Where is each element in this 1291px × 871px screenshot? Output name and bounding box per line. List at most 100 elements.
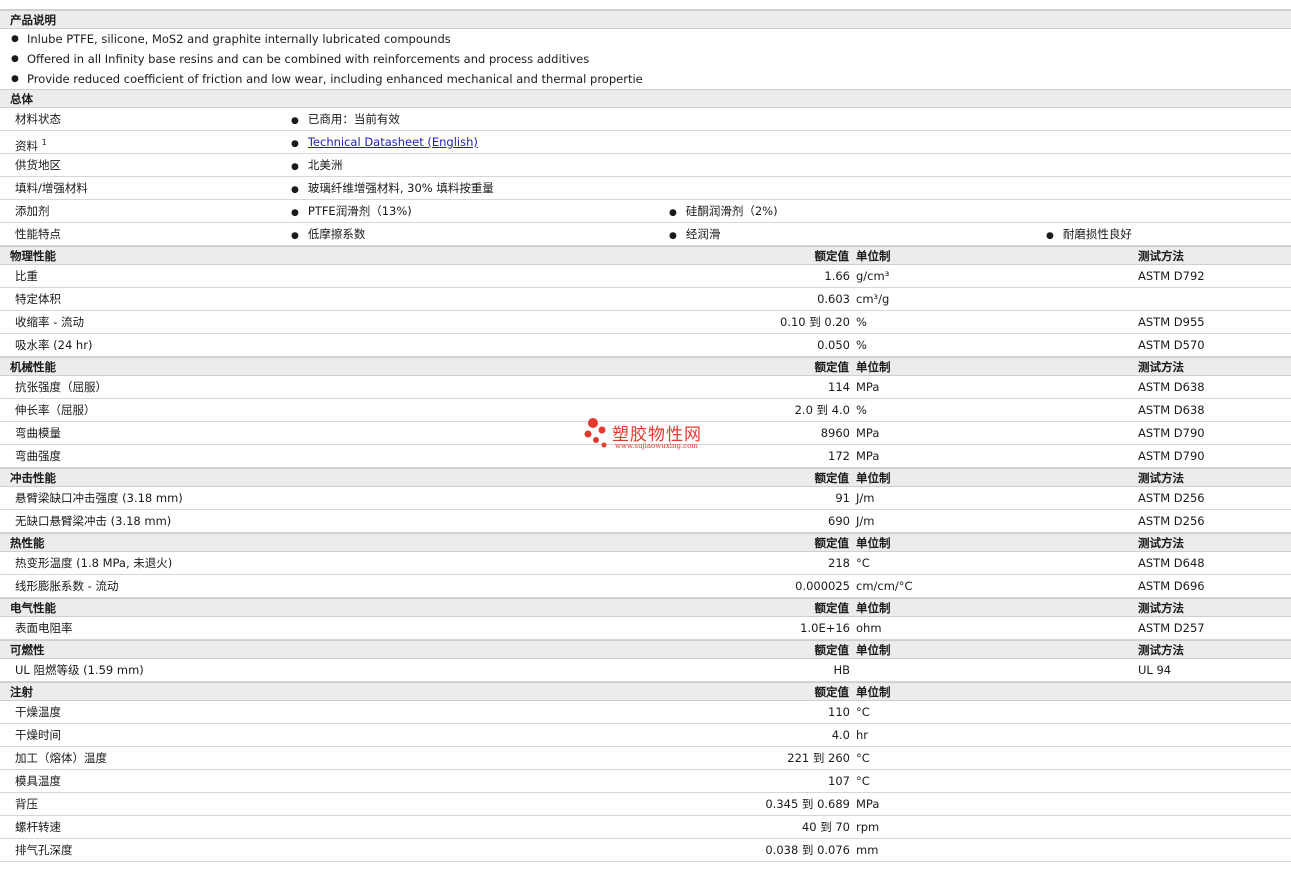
value-column-header: 额定值 [814,360,850,374]
general-value-text: 硅酮润滑剂（2%) [685,204,778,218]
property-unit: MPa [856,380,880,394]
property-row: 收缩率 - 流动 0.10 到 0.20% ASTM D955 [0,311,1291,334]
property-unit: % [856,315,867,329]
value-column-header: 额定值 [814,601,850,615]
section-title: 冲击性能 [10,471,56,485]
method-column-header: 测试方法 [1138,249,1184,263]
section-header-description: 产品说明 [0,10,1291,29]
general-value: ● 玻璃纤维增强材料, 30% 填料按重量 [291,177,494,202]
section-header-2: 冲击性能 额定值 单位制 测试方法 [0,468,1291,487]
property-row: 比重 1.66 g/cm³ ASTM D792 [0,265,1291,288]
bullet-icon: ● [291,231,299,241]
property-unit: cm/cm/°C [856,579,913,593]
bullet-icon: ● [11,34,19,44]
property-row: 表面电阻率 1.0E+16 ohm ASTM D257 [0,617,1291,640]
property-row: 干燥时间 4.0 hr [0,724,1291,747]
method-column-header: 测试方法 [1138,601,1184,615]
method-column-header: 测试方法 [1138,471,1184,485]
section-header-4: 电气性能 额定值 单位制 测试方法 [0,598,1291,617]
property-value: HB [833,663,850,677]
property-row: 模具温度 107 °C [0,770,1291,793]
test-method: ASTM D257 [1138,621,1205,635]
general-row-datasheet: 资料 1 ● Technical Datasheet (English) [0,131,1291,154]
section-title: 产品说明 [10,13,56,27]
property-unit: mm [856,843,879,857]
method-column-header: 测试方法 [1138,360,1184,374]
section-header-6: 注射 额定值 单位制 [0,682,1291,701]
unit-column-header: 单位制 [856,536,891,550]
general-value-text: 玻璃纤维增强材料, 30% 填料按重量 [307,181,494,195]
description-text: Provide reduced coefficient of friction … [27,72,643,86]
watermark-logo: 塑胶物性网 www.sujiaowuxing.com [582,417,722,453]
datasheet-link[interactable]: Technical Datasheet (English) [308,135,478,149]
method-column-header: 测试方法 [1138,643,1184,657]
property-label: 干燥时间 [15,728,61,742]
property-row: 加工（熔体）温度 221 到 260 °C [0,747,1291,770]
property-label: 特定体积 [15,292,61,306]
property-label: 弯曲模量 [15,426,61,440]
watermark-url: www.sujiaowuxing.com [615,442,698,450]
test-method: ASTM D955 [1138,315,1205,329]
property-unit: cm³/g [856,292,890,306]
test-method: ASTM D256 [1138,514,1205,528]
property-unit: g/cm³ [856,269,890,283]
section-title: 物理性能 [10,249,56,263]
property-value: 114 [828,380,850,394]
property-value: 0.345 到 0.689 [765,797,850,811]
test-method: ASTM D256 [1138,491,1205,505]
unit-column-header: 单位制 [856,601,891,615]
property-value: 0.038 到 0.076 [765,843,850,857]
row-label-text: 资料 [15,138,38,153]
property-unit: °C [856,556,870,570]
description-text: Offered in all Infinity base resins and … [27,52,590,66]
bullet-icon: ● [1046,231,1054,241]
footnote-marker: 1 [41,138,47,147]
property-value: 172 [828,449,850,463]
property-row: 热变形温度 (1.8 MPa, 未退火) 218 °C ASTM D648 [0,552,1291,575]
general-value: ● 硅酮润滑剂（2%) [669,200,778,225]
property-label: 比重 [15,269,38,283]
row-label: 添加剂 [15,204,50,218]
description-item: ● Provide reduced coefficient of frictio… [0,69,1291,89]
bullet-icon: ● [11,54,19,64]
test-method: ASTM D696 [1138,579,1205,593]
property-label: 螺杆转速 [15,820,61,834]
general-row-features: 性能特点 ● 低摩擦系数 ● 经润滑 ● 耐磨损性良好 [0,223,1291,246]
property-unit: °C [856,705,870,719]
bullet-icon: ● [11,74,19,84]
property-label: 伸长率（屈服） [15,403,96,417]
property-label: 无缺口悬臂梁冲击 (3.18 mm) [15,514,172,528]
general-value: ● Technical Datasheet (English) [291,131,478,156]
test-method: UL 94 [1138,663,1172,677]
unit-column-header: 单位制 [856,471,891,485]
general-value: ● 北美洲 [291,154,342,179]
property-value: 110 [828,705,850,719]
general-row-region: 供货地区 ● 北美洲 [0,154,1291,177]
section-title: 电气性能 [10,601,56,615]
general-value-text: 北美洲 [307,158,343,172]
property-label: 模具温度 [15,774,61,788]
property-unit: J/m [856,491,875,505]
property-row: 吸水率 (24 hr) 0.050% ASTM D570 [0,334,1291,357]
property-label: 弯曲强度 [15,449,61,463]
property-unit: °C [856,751,870,765]
bullet-icon: ● [669,208,677,218]
general-value-text: PTFE润滑剂（13%) [307,204,412,218]
property-unit: rpm [856,820,880,834]
test-method: ASTM D648 [1138,556,1205,570]
general-value: ● 经润滑 [669,223,720,248]
property-label: 抗张强度（屈服） [15,380,107,394]
general-value: ● 低摩擦系数 [291,223,365,248]
top-strip [0,0,1291,10]
method-column-header: 测试方法 [1138,536,1184,550]
description-text: Inlube PTFE, silicone, MoS2 and graphite… [27,32,451,46]
property-value: 91 [835,491,850,505]
section-header-general: 总体 [0,89,1291,108]
row-label: 供货地区 [15,158,61,172]
general-row-status: 材料状态 ● 已商用：当前有效 [0,108,1291,131]
test-method: ASTM D790 [1138,449,1205,463]
section-header-1: 机械性能 额定值 单位制 测试方法 [0,357,1291,376]
property-value: 2.0 到 4.0 [794,403,850,417]
general-row-additives: 添加剂 ● PTFE润滑剂（13%) ● 硅酮润滑剂（2%) [0,200,1291,223]
property-unit: % [856,403,867,417]
